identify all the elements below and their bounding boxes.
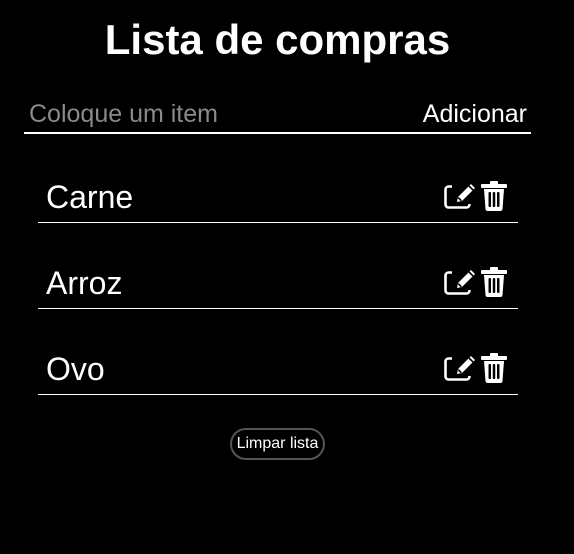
list-item: Carne xyxy=(38,162,518,223)
shopping-list-page: Lista de compras Adicionar Carne xyxy=(0,0,574,554)
list-item: Ovo xyxy=(38,334,518,395)
item-label: Carne xyxy=(46,179,134,215)
item-label: Ovo xyxy=(46,351,105,387)
trash-icon[interactable] xyxy=(478,353,510,383)
clear-list-container: Limpar lista xyxy=(0,428,555,460)
item-input[interactable] xyxy=(24,96,423,132)
item-label: Arroz xyxy=(46,265,123,301)
item-actions xyxy=(444,353,510,383)
clear-list-button[interactable]: Limpar lista xyxy=(229,428,326,460)
item-actions xyxy=(444,181,510,211)
list-item: Arroz xyxy=(38,248,518,309)
add-item-form: Adicionar xyxy=(24,96,531,134)
trash-icon[interactable] xyxy=(478,267,510,297)
edit-icon[interactable] xyxy=(444,181,476,211)
add-button[interactable]: Adicionar xyxy=(423,96,531,132)
edit-icon[interactable] xyxy=(444,267,476,297)
item-actions xyxy=(444,267,510,297)
shopping-list: Carne Arroz Ovo xyxy=(38,162,518,420)
edit-icon[interactable] xyxy=(444,353,476,383)
trash-icon[interactable] xyxy=(478,181,510,211)
page-title: Lista de compras xyxy=(104,16,451,63)
